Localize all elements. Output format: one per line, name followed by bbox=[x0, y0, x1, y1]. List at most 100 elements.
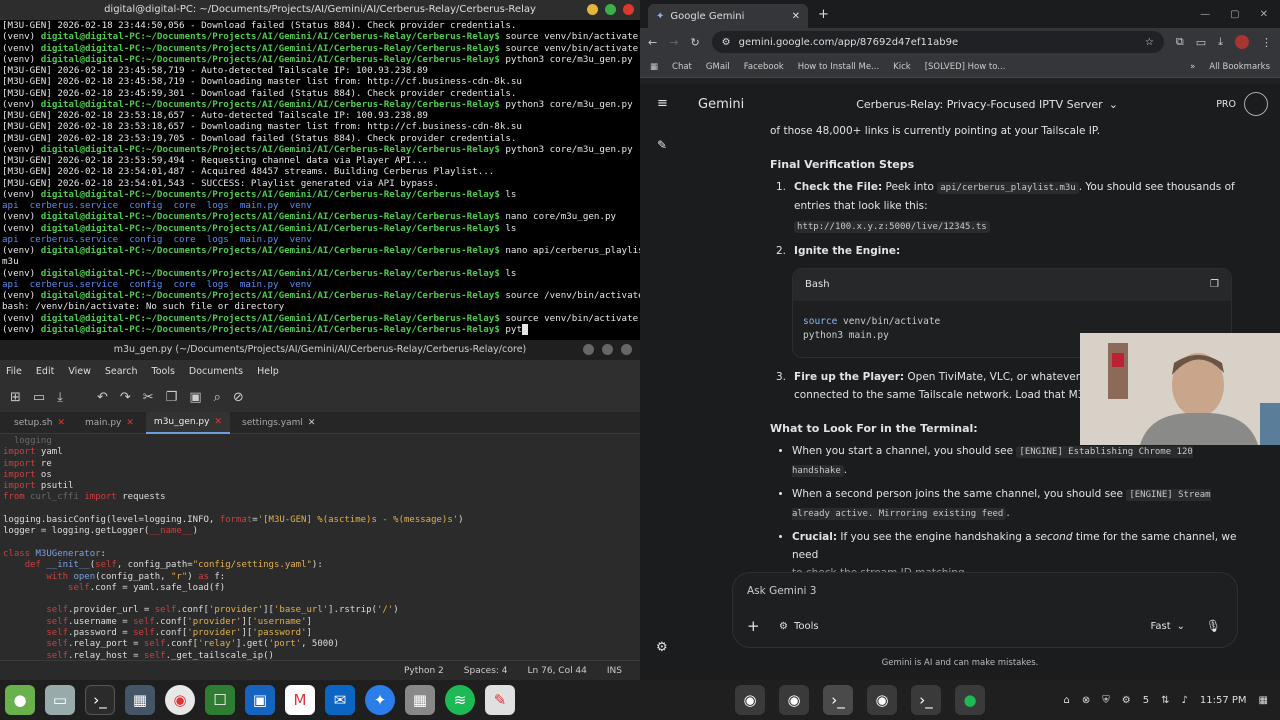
editor-maximize-button[interactable] bbox=[602, 344, 613, 355]
window-chrome-icon[interactable]: ◉ bbox=[867, 685, 897, 715]
tab-google-gemini[interactable]: ✦ Google Gemini ✕ bbox=[648, 4, 808, 28]
menu-tools[interactable]: Tools bbox=[152, 366, 175, 377]
account-avatar[interactable] bbox=[1244, 92, 1268, 116]
language-selector[interactable]: Python 2 bbox=[404, 666, 444, 676]
editor-close-button[interactable] bbox=[621, 344, 632, 355]
menu-file[interactable]: File bbox=[6, 366, 22, 377]
spotify-icon[interactable]: ≋ bbox=[445, 685, 475, 715]
cast-icon[interactable]: ▭ bbox=[1196, 36, 1206, 49]
clock[interactable]: 11:57 PM bbox=[1200, 695, 1247, 706]
system-monitor-icon[interactable]: ▦ bbox=[125, 685, 155, 715]
new-chat-icon[interactable]: ✎ bbox=[657, 138, 667, 152]
menu-search[interactable]: Search bbox=[105, 366, 138, 377]
code-area[interactable]: logging import yaml import re import os … bbox=[0, 434, 640, 660]
apps-grid-icon[interactable]: ▦ bbox=[650, 62, 658, 72]
window-close-icon[interactable]: ✕ bbox=[1260, 9, 1268, 20]
prompt-input[interactable]: Ask Gemini 3 bbox=[747, 585, 816, 597]
menu-kebab-icon[interactable]: ⋮ bbox=[1261, 36, 1272, 49]
chevron-down-icon[interactable]: ⌄ bbox=[1109, 98, 1118, 111]
tab-close-icon[interactable]: ✕ bbox=[126, 418, 134, 428]
tab-setup-sh[interactable]: setup.sh ✕ bbox=[6, 412, 73, 434]
terminal-icon[interactable]: ›_ bbox=[85, 685, 115, 715]
messenger-icon[interactable]: ✦ bbox=[365, 685, 395, 715]
bookmark-star-icon[interactable]: ☆ bbox=[1145, 37, 1154, 48]
tab-close-icon[interactable]: ✕ bbox=[214, 417, 222, 427]
window-terminal-icon[interactable]: ›_ bbox=[911, 685, 941, 715]
terminal-output[interactable]: [M3U-GEN] 2026-02-18 23:44:50,056 - Down… bbox=[0, 20, 640, 340]
replace-icon[interactable]: ⊘ bbox=[233, 390, 244, 405]
window-chrome-icon[interactable]: ◉ bbox=[735, 685, 765, 715]
redo-icon[interactable]: ↷ bbox=[120, 390, 131, 405]
back-icon[interactable]: ← bbox=[648, 36, 657, 49]
minimize-button[interactable] bbox=[587, 4, 598, 15]
chat-title[interactable]: Cerberus-Relay: Privacy-Focused IPTV Ser… bbox=[856, 98, 1103, 111]
tab-settings-yaml[interactable]: settings.yaml ✕ bbox=[234, 412, 323, 434]
window-restore-icon[interactable]: ▢ bbox=[1230, 9, 1239, 20]
site-info-icon[interactable]: ⚙ bbox=[722, 37, 731, 48]
text-editor-icon[interactable]: ✎ bbox=[485, 685, 515, 715]
tab-close-icon[interactable]: ✕ bbox=[57, 418, 65, 428]
bookmark-install[interactable]: How to Install Me... bbox=[798, 62, 879, 72]
tray-clipboard-icon[interactable]: ⊗ bbox=[1082, 695, 1090, 706]
forward-icon[interactable]: → bbox=[669, 36, 678, 49]
text-editor-window[interactable]: m3u_gen.py (~/Documents/Projects/AI/Gemi… bbox=[0, 340, 640, 680]
chrome-icon[interactable]: ◉ bbox=[165, 685, 195, 715]
address-bar[interactable]: ⚙ gemini.google.com/app/87692d47ef11ab9e… bbox=[711, 31, 1164, 53]
start-menu-icon[interactable]: ● bbox=[5, 685, 35, 715]
download-icon[interactable]: ⤓ bbox=[1218, 35, 1223, 49]
bookmark-solved[interactable]: [SOLVED] How to... bbox=[925, 62, 1006, 72]
cut-icon[interactable]: ✂ bbox=[143, 390, 154, 405]
reload-icon[interactable]: ↻ bbox=[690, 36, 699, 49]
add-attachment-icon[interactable]: + bbox=[747, 617, 760, 635]
bookmark-kick[interactable]: Kick bbox=[893, 62, 911, 72]
close-button[interactable] bbox=[623, 4, 634, 15]
find-icon[interactable]: ⌕ bbox=[214, 390, 221, 405]
bookmark-chat[interactable]: Chat bbox=[672, 62, 692, 72]
bookmark-facebook[interactable]: Facebook bbox=[744, 62, 784, 72]
files-icon[interactable]: ▭ bbox=[45, 685, 75, 715]
microphone-icon[interactable]: 🎙 bbox=[1206, 619, 1221, 633]
terminal-window[interactable]: digital@digital-PC: ~/Documents/Projects… bbox=[0, 0, 640, 340]
tab-close-icon[interactable]: ✕ bbox=[308, 418, 316, 428]
app-icon[interactable]: ▦ bbox=[405, 685, 435, 715]
window-chrome-icon[interactable]: ◉ bbox=[779, 685, 809, 715]
settings-gear-icon[interactable]: ⚙ bbox=[656, 640, 668, 655]
outlook-icon[interactable]: ✉ bbox=[325, 685, 355, 715]
chat-icon[interactable]: ☐ bbox=[205, 685, 235, 715]
indent-selector[interactable]: Spaces: 4 bbox=[464, 666, 508, 676]
undo-icon[interactable]: ↶ bbox=[97, 390, 108, 405]
tools-button[interactable]: ⚙ Tools bbox=[779, 621, 819, 632]
extensions-icon[interactable]: ⧉ bbox=[1176, 35, 1184, 49]
editor-minimize-button[interactable] bbox=[583, 344, 594, 355]
tray-app-icon[interactable]: ⌂ bbox=[1064, 695, 1070, 706]
tab-m3u-gen-py[interactable]: m3u_gen.py ✕ bbox=[145, 411, 231, 434]
new-file-icon[interactable]: ⊞ bbox=[10, 390, 21, 405]
window-minimize-icon[interactable]: — bbox=[1200, 9, 1210, 20]
menu-help[interactable]: Help bbox=[257, 366, 279, 377]
bookmarks-overflow-icon[interactable]: » bbox=[1190, 62, 1195, 72]
gemini-brand[interactable]: Gemini bbox=[698, 97, 744, 112]
window-terminal-icon[interactable]: ›_ bbox=[823, 685, 853, 715]
menu-edit[interactable]: Edit bbox=[36, 366, 54, 377]
mode-selector[interactable]: Fast ⌄ bbox=[1151, 621, 1185, 632]
close-tab-icon[interactable]: ✕ bbox=[792, 11, 800, 22]
maximize-button[interactable] bbox=[605, 4, 616, 15]
menu-view[interactable]: View bbox=[68, 366, 91, 377]
calendar-icon[interactable]: ▦ bbox=[1259, 695, 1268, 706]
copy-code-icon[interactable]: ❐ bbox=[1210, 276, 1219, 294]
tab-main-py[interactable]: main.py ✕ bbox=[77, 412, 142, 434]
menu-documents[interactable]: Documents bbox=[189, 366, 243, 377]
save-icon[interactable]: ⤓ bbox=[57, 390, 63, 405]
all-bookmarks[interactable]: All Bookmarks bbox=[1209, 62, 1270, 72]
open-folder-icon[interactable]: ▭ bbox=[33, 390, 45, 405]
prompt-box[interactable]: Ask Gemini 3 + ⚙ Tools Fast ⌄ 🎙 bbox=[732, 572, 1238, 648]
window-spotify-icon[interactable]: ● bbox=[955, 685, 985, 715]
tray-settings-icon[interactable]: ⚙ bbox=[1122, 695, 1131, 706]
paste-icon[interactable]: ▣ bbox=[189, 390, 201, 405]
hamburger-menu-icon[interactable]: ≡ bbox=[657, 96, 668, 111]
network-icon[interactable]: ⇅ bbox=[1161, 695, 1169, 706]
profile-avatar-icon[interactable] bbox=[1235, 35, 1249, 49]
new-tab-icon[interactable]: + bbox=[818, 7, 829, 22]
gmail-icon[interactable]: M bbox=[285, 685, 315, 715]
tray-shield-icon[interactable]: ⛨ bbox=[1102, 695, 1110, 706]
